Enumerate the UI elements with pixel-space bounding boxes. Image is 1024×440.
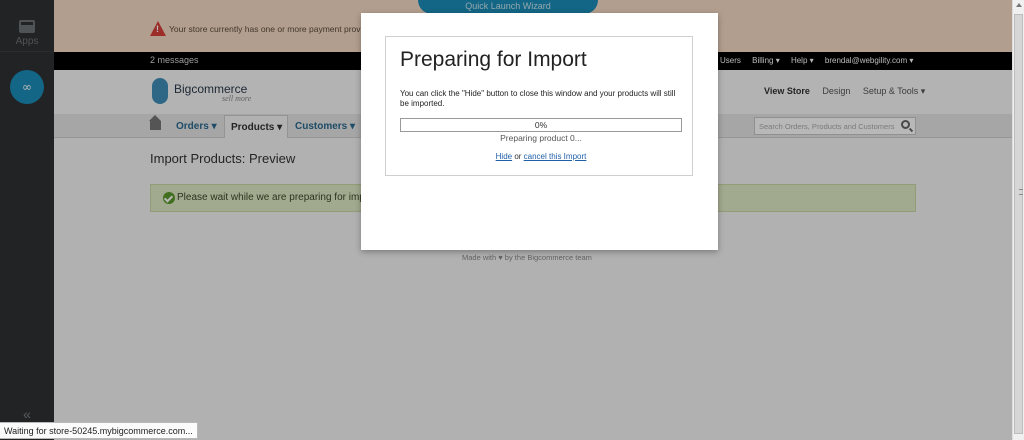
hide-link[interactable]: Hide xyxy=(496,152,512,161)
progress-status: Preparing product 0... xyxy=(500,133,582,143)
progress-label: 0% xyxy=(534,120,548,130)
scroll-up-arrow-icon[interactable] xyxy=(1016,3,1022,7)
modal-actions: Hide or cancel this Import xyxy=(400,152,682,161)
status-text: Waiting for store-50245.mybigcommerce.co… xyxy=(4,426,193,436)
browser-status-bar: Waiting for store-50245.mybigcommerce.co… xyxy=(0,422,198,439)
scroll-grip-icon xyxy=(1019,189,1023,195)
or-text: or xyxy=(512,152,524,161)
import-modal: Preparing for Import You can click the "… xyxy=(361,13,718,250)
scroll-thumb[interactable] xyxy=(1014,14,1023,434)
vertical-scrollbar[interactable] xyxy=(1012,0,1024,440)
cancel-import-link[interactable]: cancel this Import xyxy=(524,152,587,161)
modal-content: Preparing for Import You can click the "… xyxy=(385,36,693,176)
modal-description: You can click the "Hide" button to close… xyxy=(400,89,676,108)
modal-title: Preparing for Import xyxy=(400,48,587,71)
progress-bar: 0% xyxy=(400,118,682,132)
